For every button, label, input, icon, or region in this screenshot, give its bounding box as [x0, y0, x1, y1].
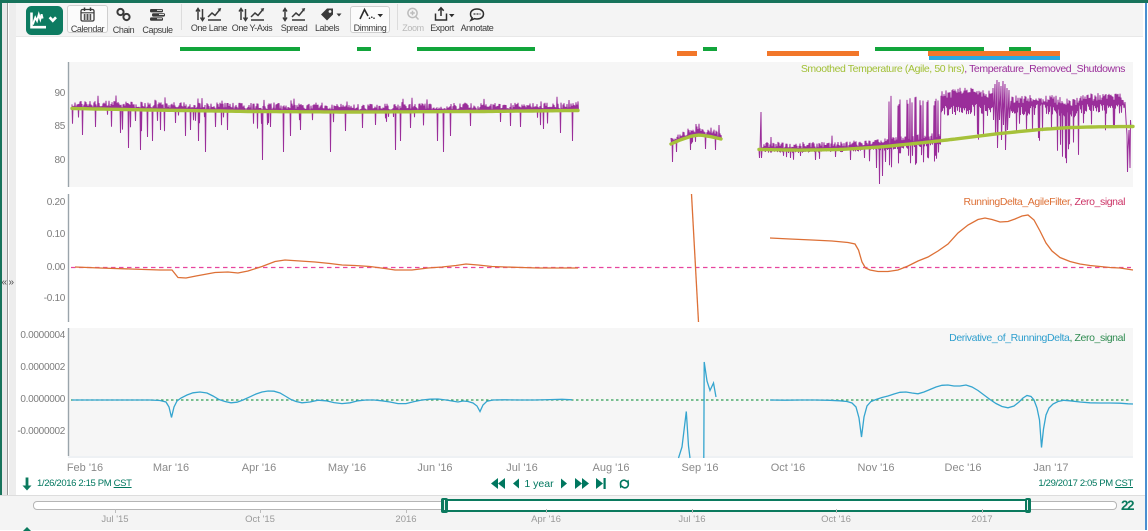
svg-text:1 year: 1 year [524, 478, 554, 490]
